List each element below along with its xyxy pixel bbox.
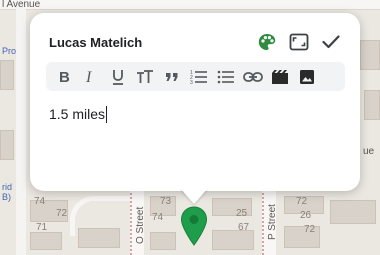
link-button[interactable] <box>241 66 265 88</box>
road <box>0 0 380 10</box>
image-button[interactable] <box>295 66 319 88</box>
map-pin-icon[interactable] <box>180 206 208 246</box>
popup-pointer <box>180 188 208 204</box>
road <box>16 0 26 255</box>
note-text-field[interactable]: 1.5 miles <box>49 103 342 125</box>
bulleted-list-icon <box>217 70 234 83</box>
street-label-o: O Street <box>135 206 146 244</box>
svg-text:I: I <box>85 69 92 85</box>
lot-number: 67 <box>238 222 250 233</box>
svg-text:3: 3 <box>190 80 193 85</box>
done-button[interactable] <box>320 31 342 53</box>
text-size-icon <box>137 69 153 83</box>
text-caret <box>106 105 108 123</box>
palette-icon <box>258 34 276 50</box>
numbered-list-icon: 1 2 3 <box>190 70 207 85</box>
lot-number: 74 <box>34 196 46 207</box>
quote-button[interactable] <box>160 66 184 88</box>
lot-number: 72 <box>296 196 308 207</box>
header-actions <box>256 31 342 53</box>
note-popup: Lucas Matelich B I 1 2 3 1.5 miles <box>30 13 360 191</box>
note-text: 1.5 miles <box>49 106 106 122</box>
video-icon <box>272 69 288 84</box>
building <box>30 232 62 250</box>
lot-number: 26 <box>300 210 312 221</box>
lot-number: 74 <box>152 212 164 223</box>
building <box>0 130 14 160</box>
map-poi-label: rid <box>2 182 13 192</box>
italic-icon: I <box>85 69 92 85</box>
street-label-avenue: l Avenue <box>2 0 41 10</box>
bulleted-list-button[interactable] <box>214 66 238 88</box>
lot-number: 72 <box>56 208 68 219</box>
italic-button[interactable]: I <box>79 66 103 88</box>
image-icon <box>300 69 314 84</box>
building <box>212 230 254 250</box>
svg-text:B: B <box>59 69 70 85</box>
street-label-right: ue <box>363 146 375 157</box>
palette-button[interactable] <box>256 31 278 53</box>
street-label-p: P Street <box>267 204 278 240</box>
bold-button[interactable]: B <box>52 66 76 88</box>
underline-icon <box>113 69 123 85</box>
lot-number: 71 <box>36 222 48 233</box>
formatting-toolbar: B I 1 2 3 <box>46 62 345 91</box>
building <box>0 60 14 90</box>
check-icon <box>322 35 340 49</box>
crop-frame-icon <box>289 33 309 51</box>
map-poi-label: B) <box>2 192 11 202</box>
resize-button[interactable] <box>288 31 310 53</box>
building <box>330 200 376 224</box>
lot-number: 72 <box>304 224 316 235</box>
popup-header: Lucas Matelich <box>49 30 342 54</box>
lot-number: 73 <box>160 196 172 207</box>
building <box>364 90 380 120</box>
building <box>150 232 176 250</box>
bold-icon: B <box>59 69 70 85</box>
video-button[interactable] <box>268 66 292 88</box>
quote-icon <box>166 72 178 81</box>
building <box>360 40 380 70</box>
popup-title: Lucas Matelich <box>49 34 143 50</box>
underline-button[interactable] <box>106 66 130 88</box>
link-icon <box>243 71 263 82</box>
text-size-button[interactable] <box>133 66 157 88</box>
building <box>78 228 120 248</box>
lot-number: 25 <box>236 208 248 219</box>
map-poi-label: Pro <box>2 46 17 56</box>
numbered-list-button[interactable]: 1 2 3 <box>187 66 211 88</box>
